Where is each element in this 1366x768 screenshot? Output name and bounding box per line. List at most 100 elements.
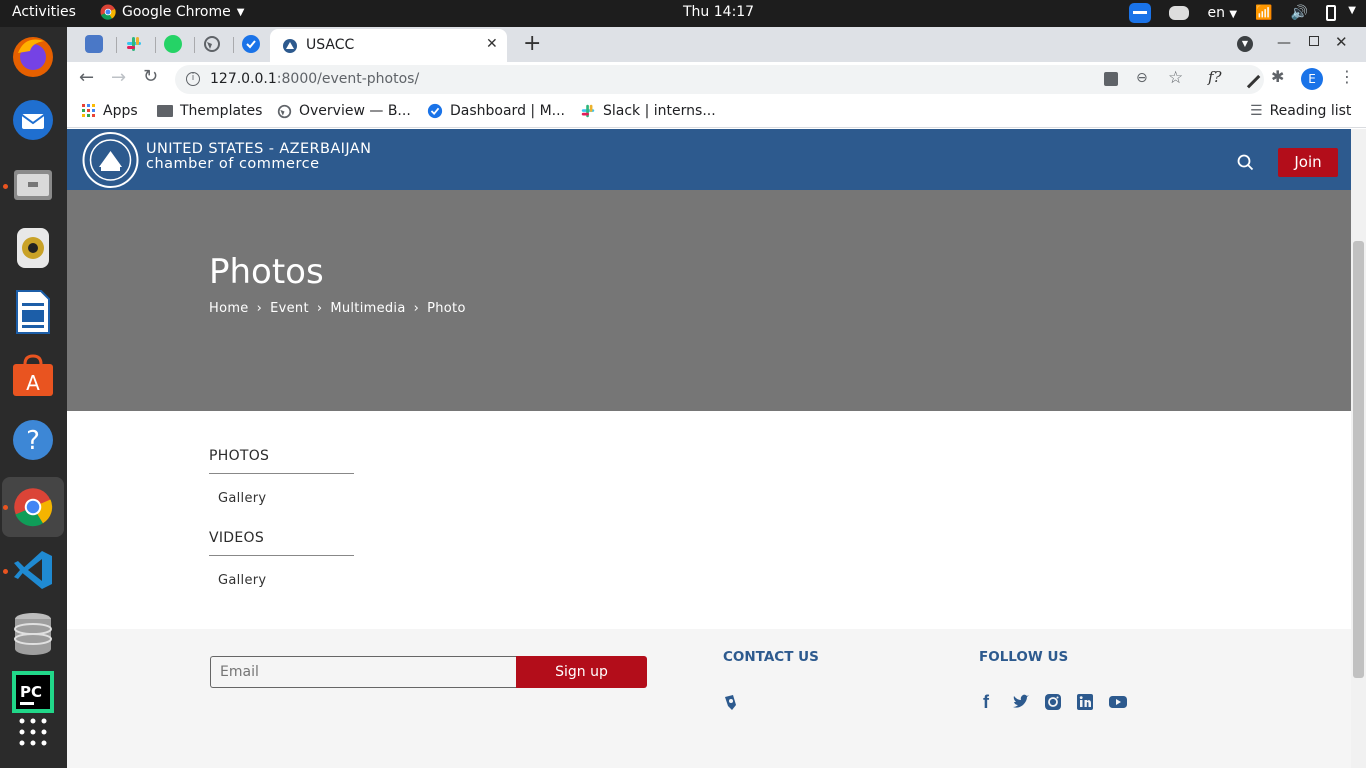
thunderbird-launcher[interactable] bbox=[10, 97, 56, 143]
clock[interactable]: Thu 14:17 bbox=[683, 4, 754, 20]
reading-list-button[interactable]: ☰ Reading list bbox=[1250, 103, 1351, 119]
bookmark-label: Themplates bbox=[180, 103, 263, 119]
libreoffice-writer-launcher[interactable] bbox=[10, 289, 56, 335]
tab-title: USACC bbox=[306, 37, 355, 53]
maximize-button[interactable] bbox=[1309, 36, 1319, 46]
tab-separator bbox=[233, 37, 234, 53]
site-logo[interactable] bbox=[81, 131, 140, 193]
svg-text:?: ? bbox=[26, 426, 40, 456]
page-scrollbar[interactable] bbox=[1351, 129, 1366, 768]
reload-button[interactable]: ↻ bbox=[143, 66, 158, 87]
new-tab-button[interactable]: + bbox=[523, 31, 541, 56]
running-indicator bbox=[3, 569, 8, 574]
back-button[interactable]: ← bbox=[79, 67, 94, 88]
software-center-launcher[interactable]: A bbox=[10, 353, 56, 399]
profile-avatar[interactable]: E bbox=[1301, 68, 1323, 90]
twitter-icon[interactable] bbox=[1012, 694, 1030, 710]
vscode-launcher[interactable] bbox=[10, 547, 56, 593]
minimize-button[interactable]: — bbox=[1277, 35, 1291, 51]
discord-icon[interactable] bbox=[1169, 6, 1190, 20]
breadcrumb: Home › Event › Multimedia › Photo bbox=[209, 301, 466, 316]
brand-line-2: chamber of commerce bbox=[146, 156, 320, 172]
scrollbar-thumb[interactable] bbox=[1353, 241, 1364, 678]
bookmark-star-icon[interactable]: ☆ bbox=[1168, 68, 1183, 88]
firefox-icon bbox=[13, 37, 53, 77]
newsletter-signup-button[interactable]: Sign up bbox=[516, 656, 647, 688]
chevron-right-icon: › bbox=[316, 301, 323, 316]
site-footer: Sign up CONTACT US FOLLOW US f bbox=[67, 629, 1351, 768]
app-name: Google Chrome bbox=[122, 4, 231, 20]
site-info-icon[interactable]: i bbox=[186, 72, 200, 86]
tab-usacc[interactable]: USACC ✕ bbox=[270, 29, 507, 62]
app-menu-arrow-icon: ▼ bbox=[236, 6, 245, 18]
bookmark-overview[interactable]: Overview — B... bbox=[277, 103, 411, 119]
linkedin-icon[interactable] bbox=[1076, 693, 1094, 711]
translate-icon[interactable] bbox=[1104, 72, 1118, 86]
database-launcher[interactable] bbox=[10, 611, 56, 657]
bookmark-label: Apps bbox=[103, 103, 138, 119]
teamviewer-icon[interactable] bbox=[1129, 3, 1152, 23]
system-menu-arrow-icon[interactable]: ▼ bbox=[1348, 5, 1356, 16]
newsletter-email-input[interactable] bbox=[210, 656, 516, 688]
bookmark-apps[interactable]: Apps bbox=[82, 103, 138, 119]
speaker-icon bbox=[17, 228, 49, 268]
forward-button[interactable]: → bbox=[111, 67, 126, 88]
formula-extension-icon[interactable]: f? bbox=[1208, 68, 1222, 86]
facebook-icon[interactable]: f bbox=[983, 692, 989, 713]
breadcrumb-home[interactable]: Home bbox=[209, 301, 249, 316]
sidebar-link-photo-gallery[interactable]: Gallery bbox=[218, 491, 266, 506]
url-text[interactable]: 127.0.0.1:8000/event-photos/ bbox=[210, 71, 419, 87]
pinned-tab-slack[interactable] bbox=[125, 35, 143, 53]
chrome-launcher[interactable] bbox=[10, 484, 56, 530]
reading-list-label: Reading list bbox=[1269, 103, 1352, 119]
pinned-tab-globe[interactable] bbox=[203, 35, 221, 53]
pinned-tab-whatsapp[interactable] bbox=[164, 35, 182, 53]
globe-icon bbox=[277, 104, 292, 118]
pinned-tab-tasks[interactable] bbox=[242, 35, 260, 53]
contact-heading: CONTACT US bbox=[723, 649, 819, 665]
close-window-button[interactable]: ✕ bbox=[1335, 33, 1348, 51]
close-tab-icon[interactable]: ✕ bbox=[486, 36, 498, 52]
join-button[interactable]: Join bbox=[1278, 148, 1338, 177]
bookmarks-bar: Apps Themplates Overview — B... Dashboar… bbox=[67, 96, 1366, 128]
chevron-right-icon: › bbox=[256, 301, 263, 316]
rhythmbox-launcher[interactable] bbox=[10, 225, 56, 271]
help-launcher[interactable]: ? bbox=[10, 417, 56, 463]
bookmark-themplates[interactable]: Themplates bbox=[157, 103, 262, 119]
search-icon[interactable] bbox=[1237, 154, 1254, 171]
map-pin-icon[interactable] bbox=[723, 693, 739, 711]
app-menu[interactable]: Google Chrome ▼ bbox=[100, 4, 244, 20]
chamber-seal-icon bbox=[82, 132, 139, 188]
thunderbird-icon bbox=[13, 100, 53, 140]
brand-text[interactable]: UNITED STATES - AZERBAIJAN chamber of co… bbox=[146, 141, 371, 172]
app-grid-icon bbox=[19, 718, 47, 746]
tab-search-button[interactable]: ▼ bbox=[1237, 36, 1253, 52]
ubuntu-dock: A ? PC bbox=[0, 27, 67, 768]
slack-icon bbox=[127, 37, 141, 51]
bookmark-label: Slack | interns... bbox=[603, 103, 716, 119]
bookmark-slack[interactable]: Slack | interns... bbox=[580, 103, 716, 119]
pinned-tab-translate[interactable] bbox=[85, 35, 103, 53]
youtube-icon[interactable] bbox=[1108, 694, 1128, 710]
activities-button[interactable]: Activities bbox=[12, 4, 76, 20]
system-tray[interactable]: en ▼ 📶 🔊 bbox=[1129, 3, 1336, 23]
instagram-icon[interactable] bbox=[1044, 693, 1062, 711]
files-launcher[interactable] bbox=[10, 161, 56, 207]
tab-separator bbox=[194, 37, 195, 53]
running-indicator bbox=[3, 184, 8, 189]
checkmark-icon bbox=[246, 40, 256, 49]
breadcrumb-event[interactable]: Event bbox=[270, 301, 309, 316]
sidebar-link-video-gallery[interactable]: Gallery bbox=[218, 573, 266, 588]
language-label: en bbox=[1207, 5, 1225, 21]
bookmark-dashboard[interactable]: Dashboard | M... bbox=[427, 103, 565, 119]
url-path: :8000/event-photos/ bbox=[276, 71, 420, 87]
zoom-icon[interactable]: ⊖ bbox=[1136, 70, 1148, 86]
slack-icon bbox=[581, 104, 595, 118]
firefox-launcher[interactable] bbox=[10, 33, 56, 79]
chrome-menu-icon[interactable]: ⋮ bbox=[1339, 67, 1355, 86]
breadcrumb-multimedia[interactable]: Multimedia bbox=[330, 301, 405, 316]
show-applications-button[interactable] bbox=[10, 709, 56, 755]
extensions-puzzle-icon[interactable]: ✱ bbox=[1271, 67, 1284, 86]
address-bar[interactable]: i 127.0.0.1:8000/event-photos/ ⊖ ☆ bbox=[175, 65, 1264, 94]
language-indicator[interactable]: en ▼ bbox=[1207, 5, 1237, 21]
